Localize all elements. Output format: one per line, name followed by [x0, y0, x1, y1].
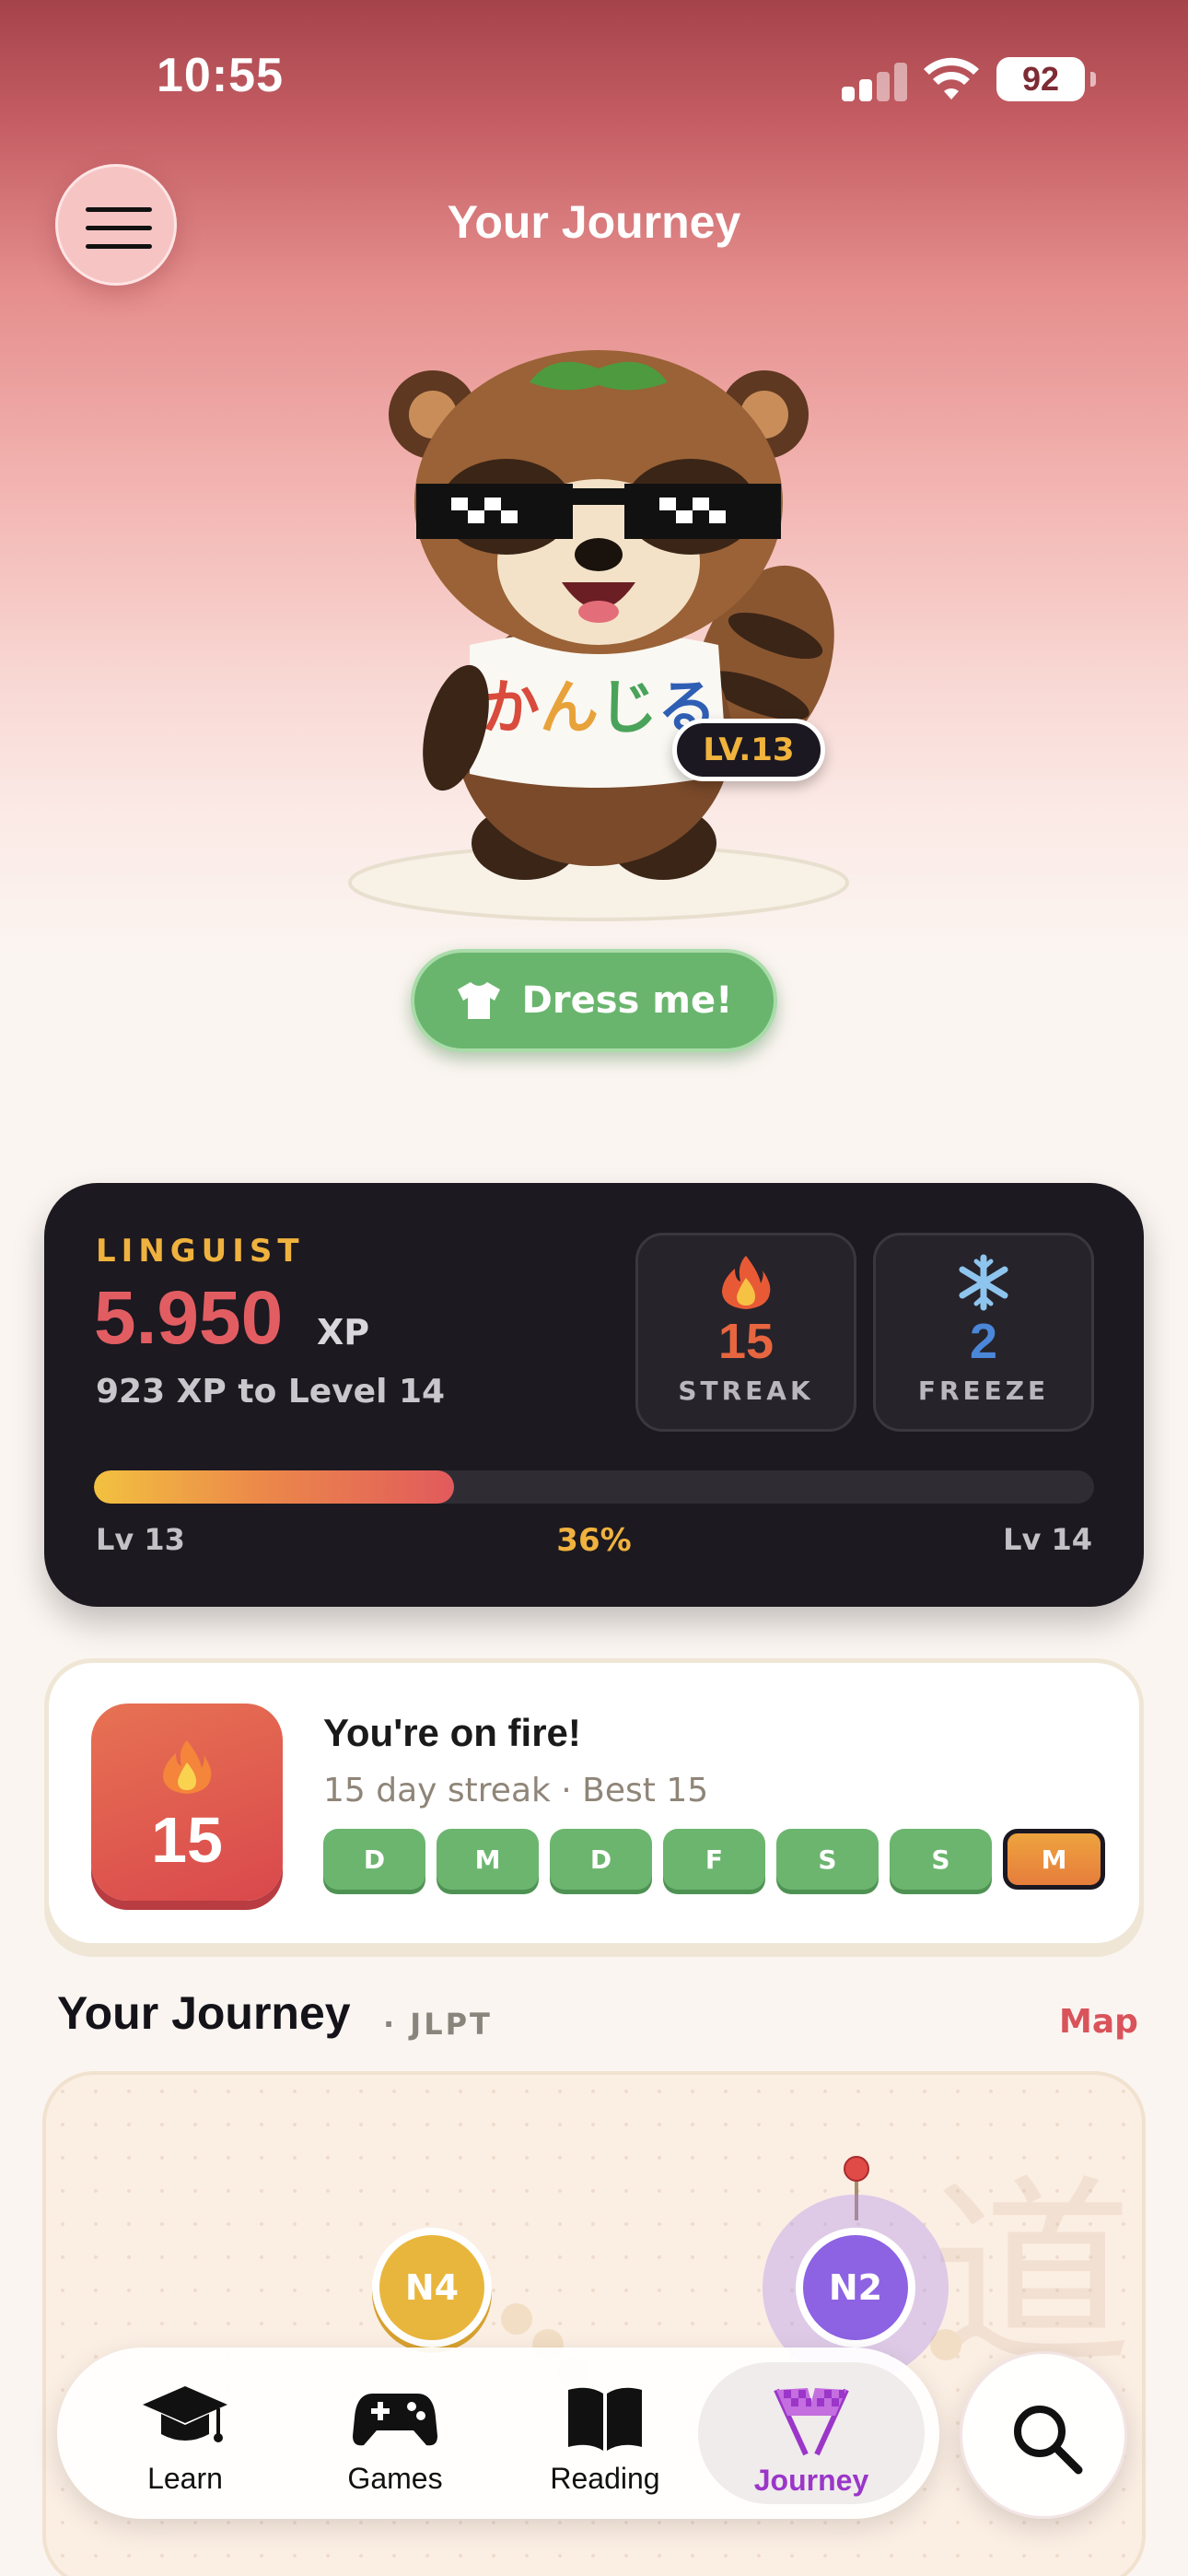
tab-learn[interactable]: Learn — [79, 2348, 291, 2519]
day-chip: S — [776, 1829, 879, 1890]
day-chip: M — [437, 1829, 539, 1890]
week-days-row: D M D F S S M — [323, 1829, 1105, 1890]
tab-journey[interactable]: Journey — [698, 2362, 925, 2504]
section-title: Your Journey — [57, 1987, 351, 2039]
level-node-n4[interactable]: N4 — [372, 2228, 492, 2348]
path-dot — [930, 2329, 961, 2360]
snowflake-icon — [959, 1254, 1008, 1311]
streak-subtitle: 15 day streak · Best 15 — [323, 1772, 709, 1809]
location-pin-icon — [844, 2156, 869, 2182]
map-link[interactable]: Map — [1059, 2003, 1138, 2041]
xp-value: 5.950 — [94, 1276, 284, 1360]
streak-count: 15 — [151, 1804, 223, 1876]
day-chip: D — [323, 1829, 425, 1890]
tab-label: Reading — [550, 2462, 660, 2495]
day-chip: D — [550, 1829, 652, 1890]
section-tag: · JLPT — [383, 2007, 493, 2042]
xp-stats-card: LINGUIST 5.950 XP 923 XP to Level 14 15 … — [44, 1183, 1144, 1607]
day-chip: S — [890, 1829, 992, 1890]
checkered-flags-icon — [774, 2388, 849, 2456]
streak-card[interactable]: 15 You're on fire! 15 day streak · Best … — [44, 1658, 1144, 1948]
level-node-n2[interactable]: N2 — [796, 2228, 915, 2348]
progress-to-level: Lv 14 — [1003, 1522, 1092, 1557]
progress-percent: 36% — [556, 1522, 632, 1559]
streak-label: STREAK — [678, 1376, 814, 1406]
day-chip: F — [663, 1829, 765, 1890]
tab-label: Journey — [753, 2464, 869, 2497]
rank-title: LINGUIST — [96, 1233, 305, 1270]
page-title: Your Journey — [447, 196, 741, 248]
tab-label: Learn — [147, 2462, 223, 2495]
freeze-label: FREEZE — [917, 1376, 1050, 1406]
gamepad-icon — [353, 2394, 437, 2446]
tanuki-mascot-image: かんじる — [348, 350, 849, 921]
streak-title: You're on fire! — [323, 1711, 581, 1754]
pin-stick — [855, 2180, 858, 2220]
tab-games[interactable]: Games — [289, 2348, 501, 2519]
level-progress-bar — [94, 1470, 1094, 1504]
wifi-icon — [924, 57, 979, 100]
status-time: 10:55 — [157, 49, 284, 102]
streak-stat-card[interactable]: 15 STREAK — [635, 1233, 856, 1432]
battery-indicator: 92 — [996, 57, 1096, 101]
tab-label: Games — [347, 2462, 443, 2495]
tshirt-icon — [457, 982, 500, 1019]
streak-flame-tile: 15 — [91, 1704, 283, 1901]
dress-me-label: Dress me! — [521, 979, 733, 1022]
xp-to-next-level: 923 XP to Level 14 — [96, 1373, 446, 1411]
tab-bar: Learn Games Reading Journey — [57, 2348, 939, 2519]
level-progress-fill — [94, 1470, 454, 1504]
search-icon — [1014, 2406, 1083, 2475]
book-icon — [568, 2387, 642, 2451]
path-dot — [501, 2303, 532, 2335]
xp-unit: XP — [317, 1312, 370, 1352]
flame-icon — [722, 1256, 771, 1309]
tab-reading[interactable]: Reading — [499, 2348, 711, 2519]
level-badge: LV.13 — [672, 719, 825, 781]
graduation-cap-icon — [143, 2386, 227, 2442]
streak-value: 15 — [717, 1314, 775, 1369]
day-chip-today: M — [1003, 1829, 1105, 1890]
search-button[interactable] — [960, 2351, 1127, 2519]
cellular-signal-icon — [842, 61, 907, 101]
freeze-value: 2 — [969, 1314, 998, 1369]
flame-icon — [163, 1740, 212, 1794]
dress-me-button[interactable]: Dress me! — [411, 949, 777, 1052]
freeze-stat-card[interactable]: 2 FREEZE — [873, 1233, 1094, 1432]
